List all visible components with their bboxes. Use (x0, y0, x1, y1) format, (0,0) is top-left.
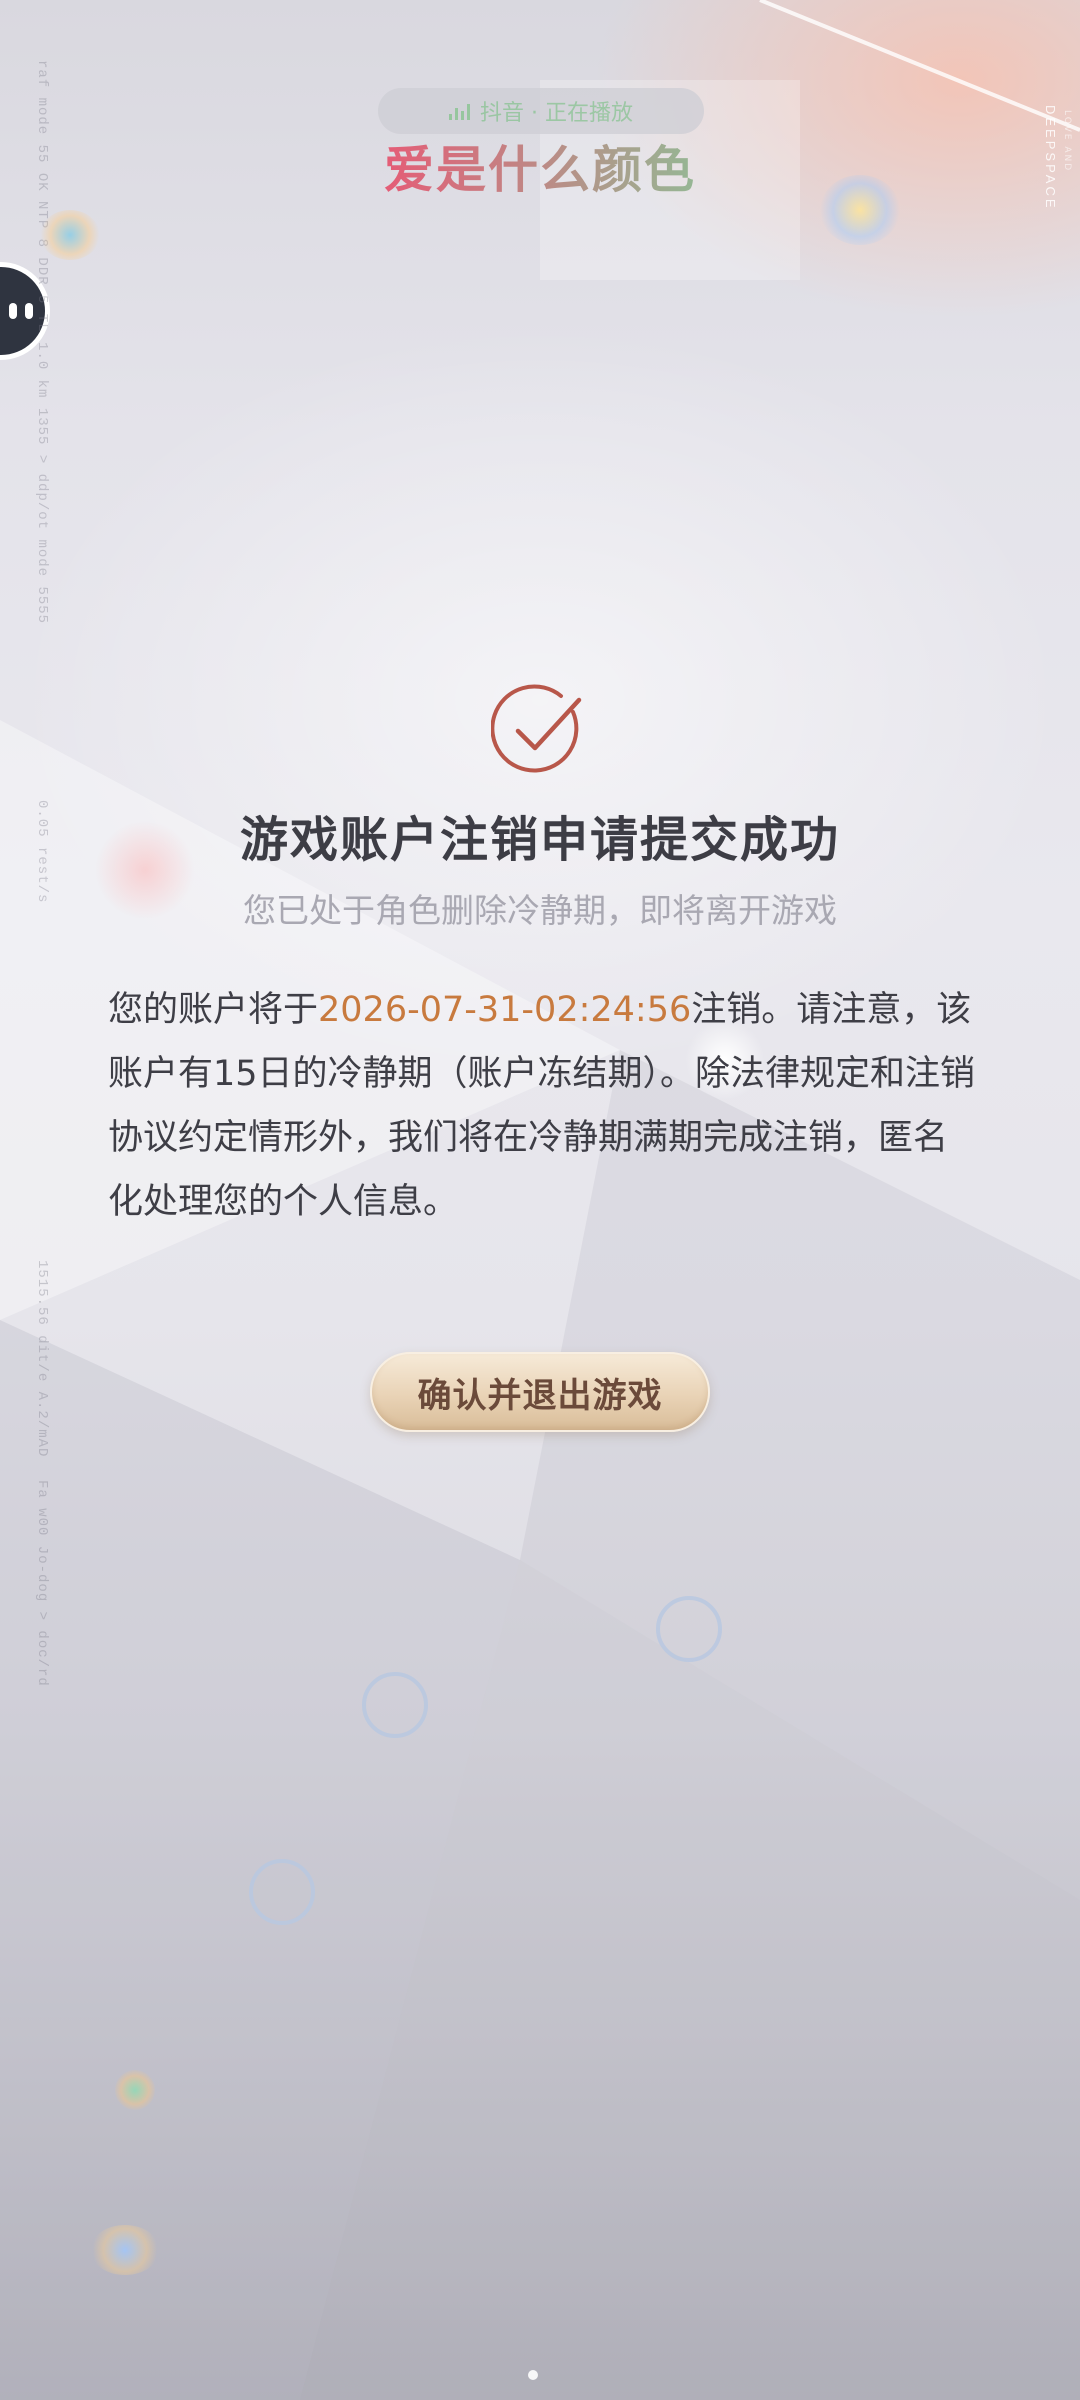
page-subtitle: 您已处于角色删除冷静期，即将离开游戏 (243, 891, 837, 930)
brand-logo-text: DEEPSPACE (1043, 105, 1058, 211)
confirm-exit-button[interactable]: 确认并退出游戏 (370, 1352, 710, 1432)
float-ball-face (9, 303, 33, 319)
sparkle (528, 2370, 538, 2380)
music-status-bar: 抖音 · 正在播放 (378, 88, 704, 134)
check-circle-icon (491, 684, 582, 773)
decorative-ring (249, 1859, 315, 1925)
brand-subtext: LOVE AND (1062, 110, 1072, 173)
cancellation-notice: 您的账户将于2026-07-31-02:24:56注销。请注意，该账户有15日的… (108, 978, 978, 1234)
page-title: 游戏账户注销申请提交成功 (239, 812, 840, 868)
music-status-text: 抖音 · 正在播放 (480, 101, 633, 126)
decorative-ring (362, 1672, 428, 1738)
cancellation-deadline: 2026-07-31-02:24:56 (318, 990, 692, 1030)
side-debug-text: raf mode 55 OK NTP 8 DDR 5 TL 1.0 km 135… (34, 60, 50, 625)
side-debug-text: Fa w00 Jo-dog > doc/rd (34, 1480, 50, 1687)
sparkle (90, 2225, 160, 2275)
sparkle (115, 2070, 155, 2110)
decorative-ring (656, 1596, 722, 1662)
lyric-overlay: 爱是什么颜色 (0, 130, 1080, 202)
music-equalizer-icon (449, 102, 470, 120)
sparkle (40, 210, 100, 260)
sparkle (820, 175, 900, 245)
notice-prefix: 您的账户将于 (108, 990, 319, 1030)
side-debug-text: 1515.56 dit/e A.2/mAD (34, 1260, 50, 1458)
